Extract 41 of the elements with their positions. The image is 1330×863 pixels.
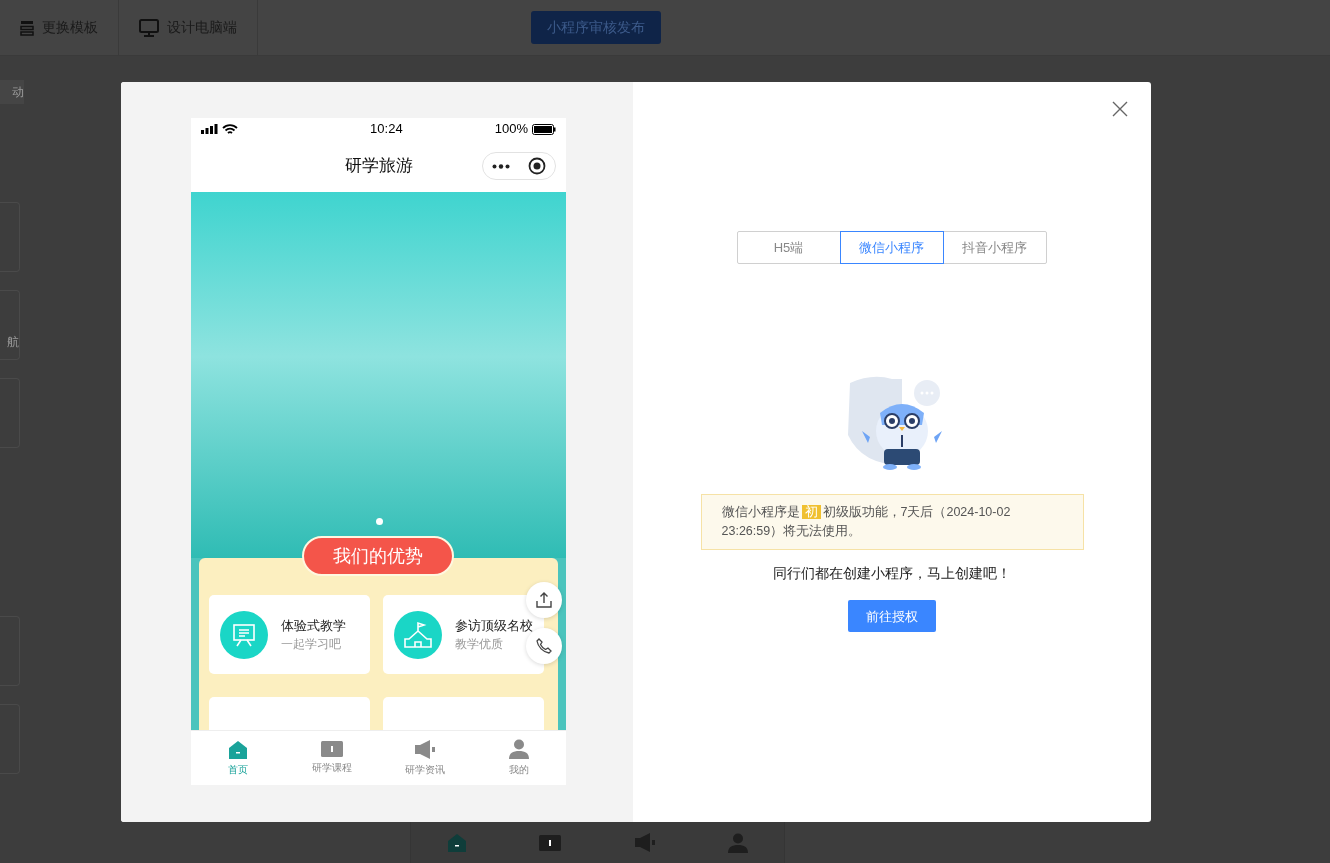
page-title: 研学旅游 <box>344 155 413 178</box>
battery-level: 100% <box>494 120 528 139</box>
person-icon <box>727 832 748 853</box>
close-button[interactable] <box>1111 100 1129 118</box>
more-icon <box>492 163 510 169</box>
carousel-dot <box>376 518 383 525</box>
home-icon <box>447 833 468 852</box>
megaphone-icon <box>633 833 656 852</box>
feature-card[interactable]: 参访顶级名校 教学优质 <box>383 595 544 674</box>
side-item[interactable]: 动 <box>0 80 24 104</box>
authorize-button[interactable]: 前往授权 <box>848 600 936 633</box>
signal-icon <box>201 124 218 134</box>
phone-icon <box>536 638 552 654</box>
close-icon <box>1111 100 1129 118</box>
person-icon <box>509 739 530 759</box>
share-icon <box>536 592 552 608</box>
prompt-text: 同行们都在创建小程序，马上创建吧！ <box>773 565 1011 583</box>
home-icon <box>227 739 248 759</box>
platform-tab[interactable]: 微信小程序 <box>839 231 944 264</box>
platform-tab[interactable]: H5端 <box>736 231 841 264</box>
book-icon <box>539 834 562 851</box>
feature-title: 参访顶级名校 <box>455 616 533 635</box>
monitor-icon <box>139 18 159 37</box>
section-title: 我们的优势 <box>302 536 454 576</box>
notice-text: 微信小程序是 初 初级版功能，7天后（2024-10-02 23:26:59）将无法使用。 <box>721 504 1012 540</box>
book-icon <box>320 741 343 757</box>
feature-subtitle: 教学优质 <box>455 636 504 654</box>
feature-title: 体验式教学 <box>281 616 346 635</box>
side-item[interactable]: 航 <box>0 290 20 360</box>
school-flag-icon <box>402 620 434 649</box>
battery-icon <box>532 123 556 135</box>
template-icon <box>20 19 34 36</box>
status-time: 10:24 <box>370 120 403 139</box>
publish-button[interactable]: 小程序审核发布 <box>531 11 661 44</box>
presentation-board-icon <box>231 621 257 648</box>
platform-tab[interactable]: 抖音小程序 <box>942 231 1047 264</box>
record-icon <box>528 157 546 175</box>
feature-card[interactable]: 体验式教学 一起学习吧 <box>209 595 370 674</box>
wifi-icon <box>222 123 238 135</box>
megaphone-icon <box>414 739 437 759</box>
feature-subtitle: 一起学习吧 <box>281 636 342 654</box>
